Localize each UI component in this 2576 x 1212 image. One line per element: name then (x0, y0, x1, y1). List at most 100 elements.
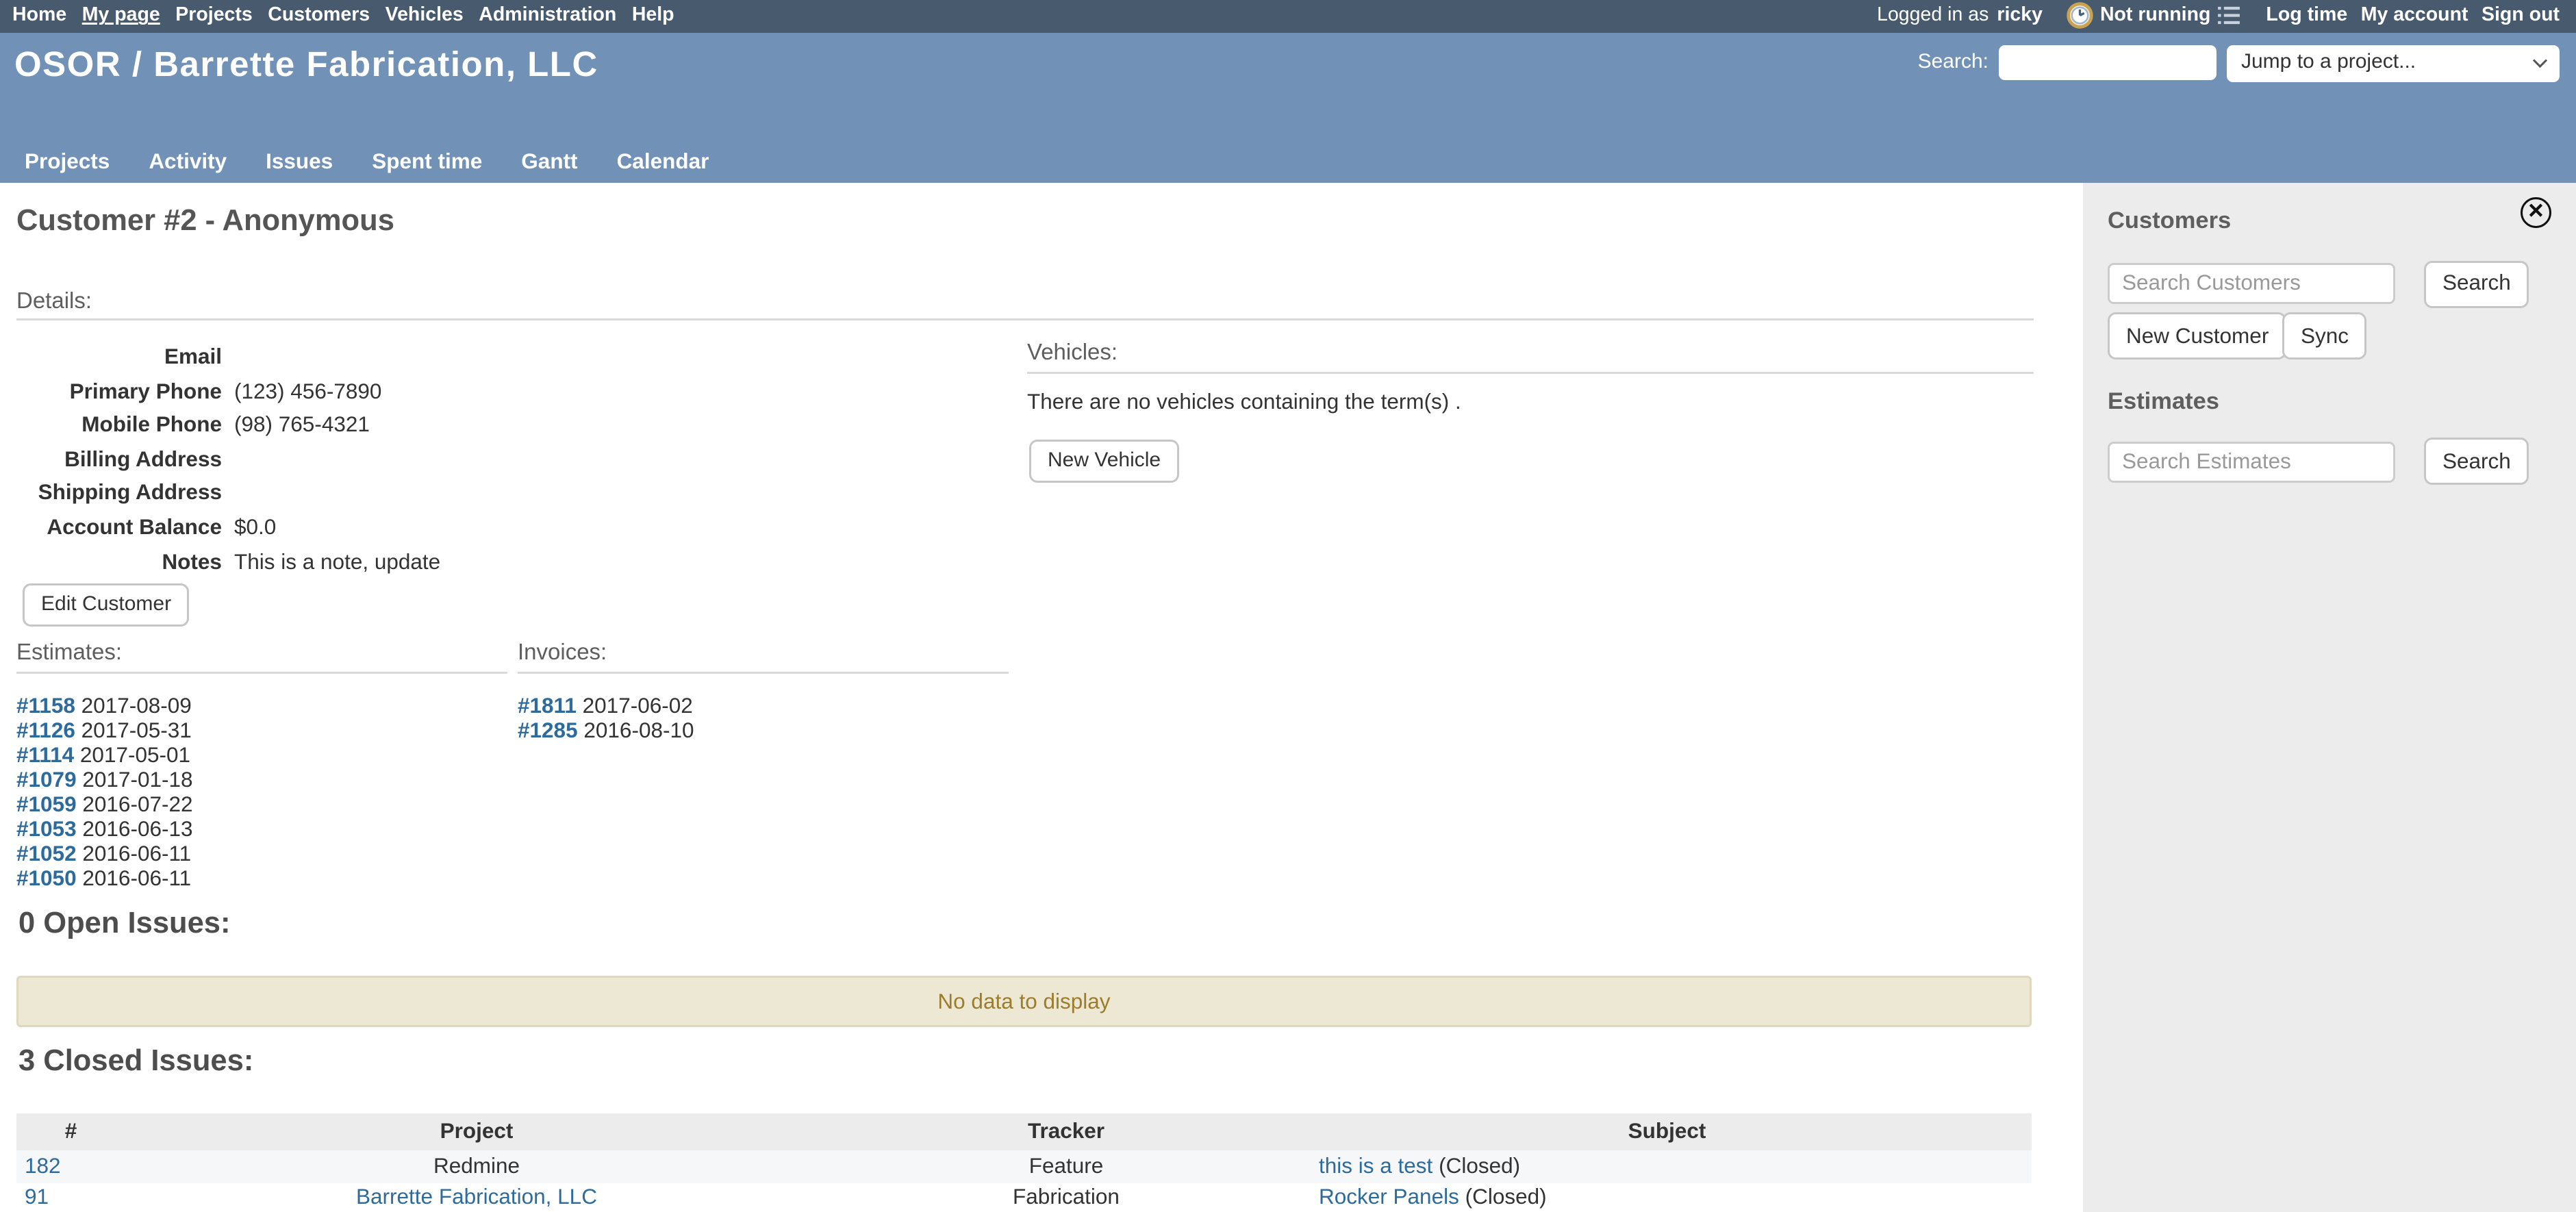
sidebar: ✕ Customers Search New Customer Sync Est… (2083, 183, 2576, 1212)
estimate-date: 2016-06-11 (82, 842, 191, 867)
estimate-item: #1114 2017-05-01 (16, 744, 193, 768)
search-input[interactable] (1999, 45, 2217, 80)
clock-icon (2067, 3, 2094, 29)
invoice-item: #1811 2017-06-02 (518, 694, 694, 719)
logged-in-as: Logged in as ricky (1877, 5, 2043, 27)
customers-search-button[interactable]: Search (2424, 260, 2529, 307)
estimate-link[interactable]: #1158 (16, 694, 75, 719)
estimate-link[interactable]: #1053 (16, 818, 77, 842)
issue-id-cell: 182 (16, 1150, 123, 1183)
estimate-date: 2016-06-13 (82, 818, 192, 842)
issue-subject-link[interactable]: this is a test (1319, 1154, 1432, 1178)
topbar-item-customers[interactable]: Customers (268, 5, 370, 27)
tab-projects[interactable]: Projects (25, 150, 110, 175)
chevron-down-icon (2533, 52, 2547, 66)
estimate-link[interactable]: #1126 (16, 719, 75, 744)
close-icon[interactable]: ✕ (2521, 197, 2551, 228)
topbar-item-vehicles[interactable]: Vehicles (386, 5, 464, 27)
open-issues-heading: 0 Open Issues: (18, 908, 230, 941)
detail-row-notes: NotesThis is a note, update (16, 546, 1002, 580)
list-icon[interactable] (2217, 5, 2241, 27)
issue-id-cell: 91 (16, 1183, 123, 1212)
topbar-item-administration[interactable]: Administration (479, 5, 616, 27)
issues-col-header-tracker: Tracker (830, 1113, 1302, 1151)
topbar-action-log-time[interactable]: Log time (2266, 5, 2347, 27)
estimate-item: #1158 2017-08-09 (16, 694, 193, 719)
topbar-action-sign-out[interactable]: Sign out (2482, 5, 2560, 27)
issue-project-link[interactable]: Barrette Fabrication, LLC (356, 1186, 597, 1211)
issue-row: 182RedmineFeaturethis is a test (Closed) (16, 1150, 2032, 1183)
estimate-date: 2017-01-18 (82, 768, 192, 793)
details-divider (16, 318, 2034, 320)
detail-value: $0.0 (234, 512, 276, 546)
tab-calendar[interactable]: Calendar (617, 150, 709, 175)
estimate-item: #1050 2016-06-11 (16, 867, 193, 892)
estimates-search-button[interactable]: Search (2424, 438, 2529, 485)
issues-col-header-subject: Subject (1302, 1113, 2032, 1151)
estimate-link[interactable]: #1050 (16, 867, 77, 892)
issue-subject-cell: Rocker Panels (Closed) (1302, 1183, 2032, 1212)
jump-to-project-select[interactable]: Jump to a project... (2227, 45, 2560, 81)
estimate-item: #1126 2017-05-31 (16, 719, 193, 744)
estimate-link[interactable]: #1079 (16, 768, 77, 793)
invoice-link[interactable]: #1285 (518, 719, 578, 744)
invoice-link[interactable]: #1811 (518, 694, 577, 719)
estimate-item: #1052 2016-06-11 (16, 842, 193, 867)
tab-spent-time[interactable]: Spent time (372, 150, 482, 175)
logged-in-prefix: Logged in as (1877, 5, 1988, 27)
vehicles-divider (1027, 372, 2034, 374)
issues-table-body: 182RedmineFeaturethis is a test (Closed)… (16, 1150, 2032, 1212)
estimate-link[interactable]: #1059 (16, 793, 77, 818)
sidebar-customers-heading: Customers (2108, 210, 2231, 234)
vehicles-heading: Vehicles: (1027, 341, 1117, 366)
timer-widget: Not running (2067, 3, 2241, 29)
detail-label: Email (16, 341, 222, 375)
main-content: Customer #2 - Anonymous Details: EmailPr… (0, 183, 2083, 1212)
estimate-link[interactable]: #1052 (16, 842, 77, 867)
estimates-heading: Estimates: (16, 641, 122, 666)
detail-label: Mobile Phone (16, 409, 222, 444)
new-vehicle-button[interactable]: New Vehicle (1029, 439, 1179, 482)
new-customer-button[interactable]: New Customer (2108, 312, 2287, 359)
issue-status-text: (Closed) (1465, 1186, 1547, 1211)
topbar-item-help[interactable]: Help (632, 5, 674, 27)
tab-activity[interactable]: Activity (149, 150, 227, 175)
issue-row: 91Barrette Fabrication, LLCFabricationRo… (16, 1183, 2032, 1212)
topbar-action-my-account[interactable]: My account (2361, 5, 2468, 27)
issues-col-header-: # (16, 1113, 123, 1151)
topbar-item-home[interactable]: Home (12, 5, 66, 27)
tab-gantt[interactable]: Gantt (521, 150, 577, 175)
details-heading: Details: (16, 290, 92, 314)
quick-search: Search: Jump to a project... (1918, 45, 2560, 81)
estimate-date: 2016-07-22 (82, 793, 192, 818)
issue-id-link[interactable]: 91 (25, 1186, 49, 1211)
estimate-link[interactable]: #1114 (16, 744, 74, 768)
username-link[interactable]: ricky (1997, 5, 2043, 27)
detail-label: Shipping Address (16, 477, 222, 512)
detail-value: This is a note, update (234, 546, 440, 580)
issue-id-link[interactable]: 182 (25, 1154, 61, 1178)
closed-issues-heading: 3 Closed Issues: (18, 1046, 253, 1078)
topbar-item-projects[interactable]: Projects (175, 5, 253, 27)
search-customers-input[interactable] (2108, 263, 2395, 304)
page-header: OSOR / Barrette Fabrication, LLC Search:… (0, 32, 2576, 184)
invoice-date: 2016-08-10 (583, 719, 694, 744)
estimate-item: #1079 2017-01-18 (16, 768, 193, 793)
timer-status: Not running (2100, 5, 2210, 27)
topbar-item-my-page[interactable]: My page (82, 5, 160, 27)
issue-tracker-cell: Fabrication (830, 1183, 1302, 1212)
vehicles-empty-message: There are no vehicles containing the ter… (1027, 390, 1461, 415)
issue-status-text: (Closed) (1439, 1154, 1520, 1178)
issues-col-header-project: Project (123, 1113, 830, 1151)
search-estimates-input[interactable] (2108, 441, 2395, 482)
tab-issues[interactable]: Issues (266, 150, 333, 175)
sync-button[interactable]: Sync (2282, 312, 2367, 359)
topbar-nav: Home My page Projects Customers Vehicles Admi… (0, 5, 674, 27)
edit-customer-button[interactable]: Edit Customer (23, 583, 190, 626)
search-label: Search: (1918, 51, 1988, 74)
issue-subject-link[interactable]: Rocker Panels (1319, 1186, 1459, 1211)
estimate-date: 2016-06-11 (82, 867, 191, 892)
issue-subject-cell: this is a test (Closed) (1302, 1150, 2032, 1183)
topbar-actions: Log time My account Sign out (2266, 5, 2560, 27)
estimate-date: 2017-08-09 (81, 694, 192, 719)
